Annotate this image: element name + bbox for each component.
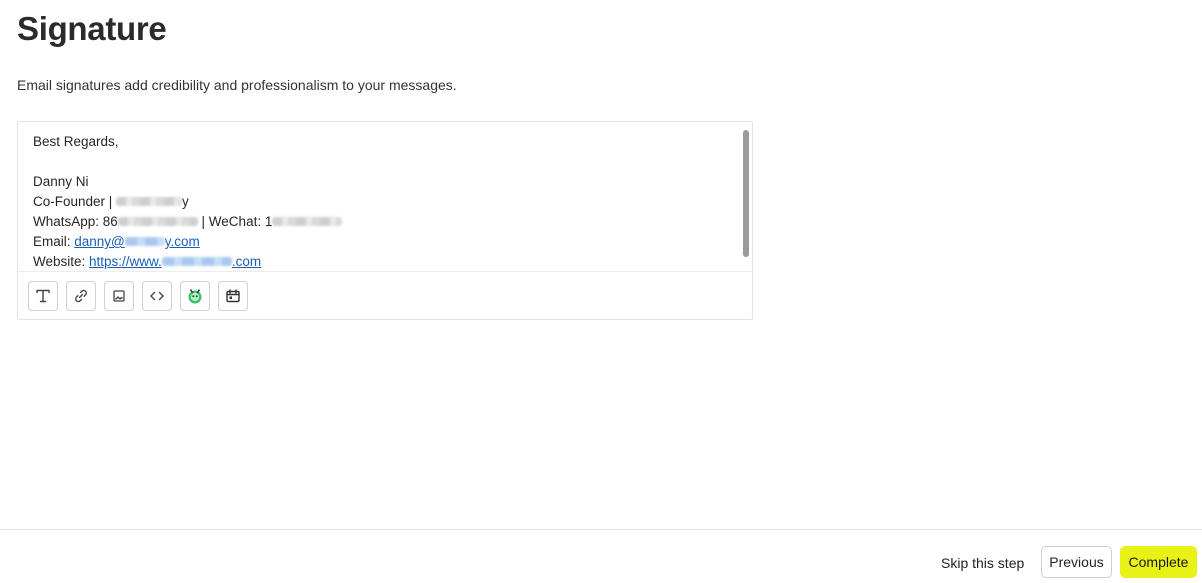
text-format-icon — [36, 289, 50, 303]
wizard-footer: Skip this step Previous Complete — [0, 529, 1202, 583]
signature-email-line: Email: danny@ y.com — [33, 232, 737, 252]
link-icon — [75, 289, 87, 303]
email-label: Email: — [33, 234, 75, 249]
insert-link-button[interactable] — [66, 281, 96, 311]
redacted-website-domain — [161, 256, 232, 266]
ai-assistant-button[interactable] — [180, 281, 210, 311]
insert-code-button[interactable] — [142, 281, 172, 311]
email-link[interactable]: danny@ y.com — [74, 234, 200, 249]
page-subtitle: Email signatures add credibility and pro… — [17, 77, 457, 93]
editor-scrollbar[interactable] — [743, 130, 749, 257]
wechat-label: | WeChat: 1 — [197, 214, 273, 229]
previous-button[interactable]: Previous — [1041, 546, 1112, 578]
redacted-email-domain — [124, 236, 165, 246]
signature-role-prefix: Co-Founder | — [33, 194, 117, 209]
website-label: Website: — [33, 254, 90, 269]
email-link-start: danny@ — [74, 234, 125, 249]
redacted-wechat — [272, 216, 343, 226]
signature-text-area[interactable]: Best Regards, Danny Ni Co-Founder | y Wh… — [18, 122, 752, 271]
website-link[interactable]: https://www. .com — [89, 254, 261, 269]
website-link-end: .com — [231, 254, 262, 269]
redacted-whatsapp — [117, 216, 198, 226]
bot-icon — [188, 289, 202, 304]
skip-step-button[interactable]: Skip this step — [937, 547, 1028, 579]
signature-website-line: Website: https://www. .com — [33, 252, 737, 271]
insert-calendar-button[interactable] — [218, 281, 248, 311]
redacted-company — [116, 196, 183, 206]
signature-greeting: Best Regards, — [33, 134, 119, 149]
calendar-icon — [226, 289, 240, 303]
signature-blank-line — [33, 152, 737, 172]
editor-toolbar — [18, 271, 752, 320]
code-icon — [150, 291, 164, 301]
text-format-button[interactable] — [28, 281, 58, 311]
signature-contact-line: WhatsApp: 86 | WeChat: 1 — [33, 212, 737, 232]
signature-role-line: Co-Founder | y — [33, 192, 737, 212]
email-link-end: y.com — [164, 234, 200, 249]
page-title: Signature — [17, 10, 167, 47]
whatsapp-label: WhatsApp: 86 — [33, 214, 118, 229]
insert-image-button[interactable] — [104, 281, 134, 311]
signature-role-suffix: y — [182, 194, 189, 209]
website-link-start: https://www. — [89, 254, 162, 269]
signature-name: Danny Ni — [33, 174, 89, 189]
signature-editor[interactable]: Best Regards, Danny Ni Co-Founder | y Wh… — [17, 121, 753, 320]
image-icon — [113, 290, 125, 302]
complete-button[interactable]: Complete — [1120, 546, 1197, 578]
